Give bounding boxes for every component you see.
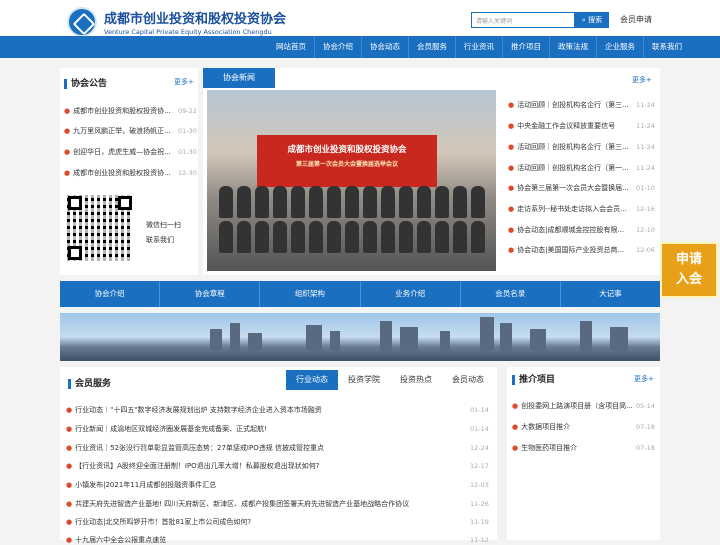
news-more-link[interactable]: 更多+ [632,75,652,85]
member-service-date: 12-24 [470,444,489,452]
project-item[interactable]: ● 大数据项目推介 [512,422,632,432]
member-service-item[interactable]: ● 行业动态｜"十四五"数字经济发展规划出炉 支持数字经济企业进入资本市场融资 [66,405,458,415]
apply-float-line1: 申请 [675,252,702,267]
quick-link-milestones[interactable]: 大记事 [559,281,660,307]
nav-item-contact[interactable]: 联系我们 [643,36,690,58]
association-logo-icon[interactable] [67,7,97,37]
project-item[interactable]: ● 生物医药项目推介 [512,443,632,453]
city-skyline-banner [60,313,660,361]
news-date: 12-16 [636,205,655,213]
news-item[interactable]: ● 活动回顾｜创投机构名企行（第一... [508,163,630,173]
notice-item[interactable]: ● 成都市创业投资和股权投资协... [64,168,174,178]
member-service-date: 11-12 [470,536,489,544]
member-service-item[interactable]: ● 行业新闻｜成渝地区双城经济圈发展基金完成备案、正式起航! [66,424,458,434]
news-date: 11-24 [636,143,655,151]
notice-date: 09-22 [178,107,197,115]
notice-item[interactable]: ● 九万里风鹏正举，破浪扬帆正... [64,126,174,136]
tab-member-news[interactable]: 会员动态 [442,370,494,390]
qr-caption: 联系我们 [146,236,174,244]
projects-panel [507,367,660,540]
member-apply-link[interactable]: 会员申请 [620,14,652,25]
qr-corner [68,246,82,260]
nav-item-enterprise[interactable]: 企业服务 [596,36,643,58]
news-item[interactable]: ● 活动回顾｜创投机构名企行（第三... [508,142,630,152]
member-service-item[interactable]: ● 小镇发布|2021年11月成都创投融资事件汇总 [66,480,458,490]
site-title[interactable]: 成都市创业投资和股权投资协会 [104,8,286,27]
project-item[interactable]: ● 创投委网上路演项目册（含项目简... [512,401,632,411]
project-date: 07-18 [636,423,655,431]
member-service-item[interactable]: ● 十九届六中全会公报重点速览 [66,535,458,545]
nav-item-industry[interactable]: 行业资讯 [455,36,502,58]
projects-more-link[interactable]: 更多+ [634,374,654,384]
project-date: 05-14 [636,402,655,410]
news-item[interactable]: ● 走访系列--秘书处走访拟入会会员... [508,204,630,214]
news-item[interactable]: ● 协会动态|成都顺城金控控股有限... [508,225,630,235]
search-button-label: 搜索 [588,16,603,24]
notice-item[interactable]: ● 创迎华日，虎虎生威—协会祝... [64,147,174,157]
quick-link-about[interactable]: 协会介绍 [60,281,159,307]
group-photo-people [217,185,487,255]
qr-corner [68,196,82,210]
notice-date: 01-30 [178,127,197,135]
apply-membership-float-button[interactable]: 申请 入会 [660,242,718,298]
tab-association-news[interactable]: 协会新闻 [203,68,275,88]
nav-item-projects[interactable]: 推介项目 [502,36,549,58]
main-nav: 网站首页 协会介绍 协会动态 会员服务 行业资讯 推介项目 政策法规 企业服务 … [0,36,720,58]
member-service-item[interactable]: ● 【行业资讯】A股终迎全面注册制！IPO退出几率大增！私募股权退出现状如何? [66,461,458,471]
nav-item-news[interactable]: 协会动态 [361,36,408,58]
news-date: 12-06 [636,246,655,254]
photo-banner-line2: 第三届第一次会员大会暨换届选举会议 [295,161,398,168]
apply-float-line2: 入会 [675,272,702,287]
quick-link-structure[interactable]: 组织架构 [259,281,359,307]
news-date: 01-10 [636,184,655,192]
news-item[interactable]: ● 活动回顾｜创投机构名企行（第三... [508,100,630,110]
news-date: 12-10 [636,226,655,234]
member-service-item[interactable]: ● 行业资讯｜52张没行罚单彰显监管高压态势：27单惩戒IPO违规 信披成管控重点 [66,443,458,453]
news-item[interactable]: ● 协会动态|美国国际产业投资总商... [508,245,630,255]
search-icon: ⌕ [581,16,586,24]
member-service-date: 12-17 [470,462,489,470]
news-date: 11-24 [636,122,655,130]
notice-item[interactable]: ● 成都市创业投资和股权投资协... [64,106,174,116]
tab-investment-hotspots[interactable]: 投资热点 [390,370,442,390]
member-service-item[interactable]: ● 共建天府先进智造产业基地! 四川天府新区、新津区、成都产投集团签署天府先进智造… [66,499,458,509]
quick-link-business[interactable]: 业务介绍 [359,281,460,307]
projects-title: 推介项目 [512,372,555,385]
project-date: 07-18 [636,444,655,452]
member-service-date: 11-19 [470,518,489,526]
member-service-title: 会员服务 [68,376,111,389]
member-service-date: 11-26 [470,500,489,508]
photo-banner: 成都市创业投资和股权投资协会 第三届第一次会员大会暨换届选举会议 [257,135,437,187]
member-service-item[interactable]: ● 行业动态|北交所鸣锣开市！首批81家上市公司成色如何? [66,517,458,527]
notice-date: 12-30 [178,169,197,177]
qr-corner [118,196,132,210]
notice-more-link[interactable]: 更多+ [174,77,194,87]
quick-link-charter[interactable]: 协会章程 [159,281,259,307]
site-title-en: Venture Capital Private Equity Associati… [104,28,272,36]
member-service-date: 01-14 [470,425,489,433]
nav-item-home[interactable]: 网站首页 [268,36,314,58]
member-service-tabs: 行业动态 投资学院 投资热点 会员动态 [286,370,494,390]
member-service-panel [60,367,497,540]
member-service-date: 12-03 [470,481,489,489]
notice-title: 协会公告 [64,76,107,89]
news-item[interactable]: ● 协会第三届第一次会员大会暨换届... [508,183,630,193]
notice-date: 01-30 [178,148,197,156]
quick-links-bar: 协会介绍 协会章程 组织架构 业务介绍 会员名录 大记事 [60,281,660,307]
tab-investment-academy[interactable]: 投资学院 [338,370,390,390]
news-photo[interactable]: 成都市创业投资和股权投资协会 第三届第一次会员大会暨换届选举会议 [207,90,496,271]
quick-link-members[interactable]: 会员名录 [459,281,560,307]
news-date: 11-24 [636,101,655,109]
news-item[interactable]: ● 中央金融工作会议释放重要信号 [508,121,630,131]
member-service-date: 01-14 [470,406,489,414]
search-input[interactable]: 请输入关键词 [471,12,575,28]
nav-item-about[interactable]: 协会介绍 [314,36,361,58]
qr-caption: 微信扫一扫 [146,221,181,229]
news-date: 11-24 [636,164,655,172]
nav-item-policy[interactable]: 政策法规 [549,36,596,58]
search-button[interactable]: ⌕ 搜索 [575,12,609,28]
nav-item-member-service[interactable]: 会员服务 [408,36,455,58]
photo-banner-line1: 成都市创业投资和股权投资协会 [287,145,407,155]
tab-industry-trends[interactable]: 行业动态 [286,370,338,390]
